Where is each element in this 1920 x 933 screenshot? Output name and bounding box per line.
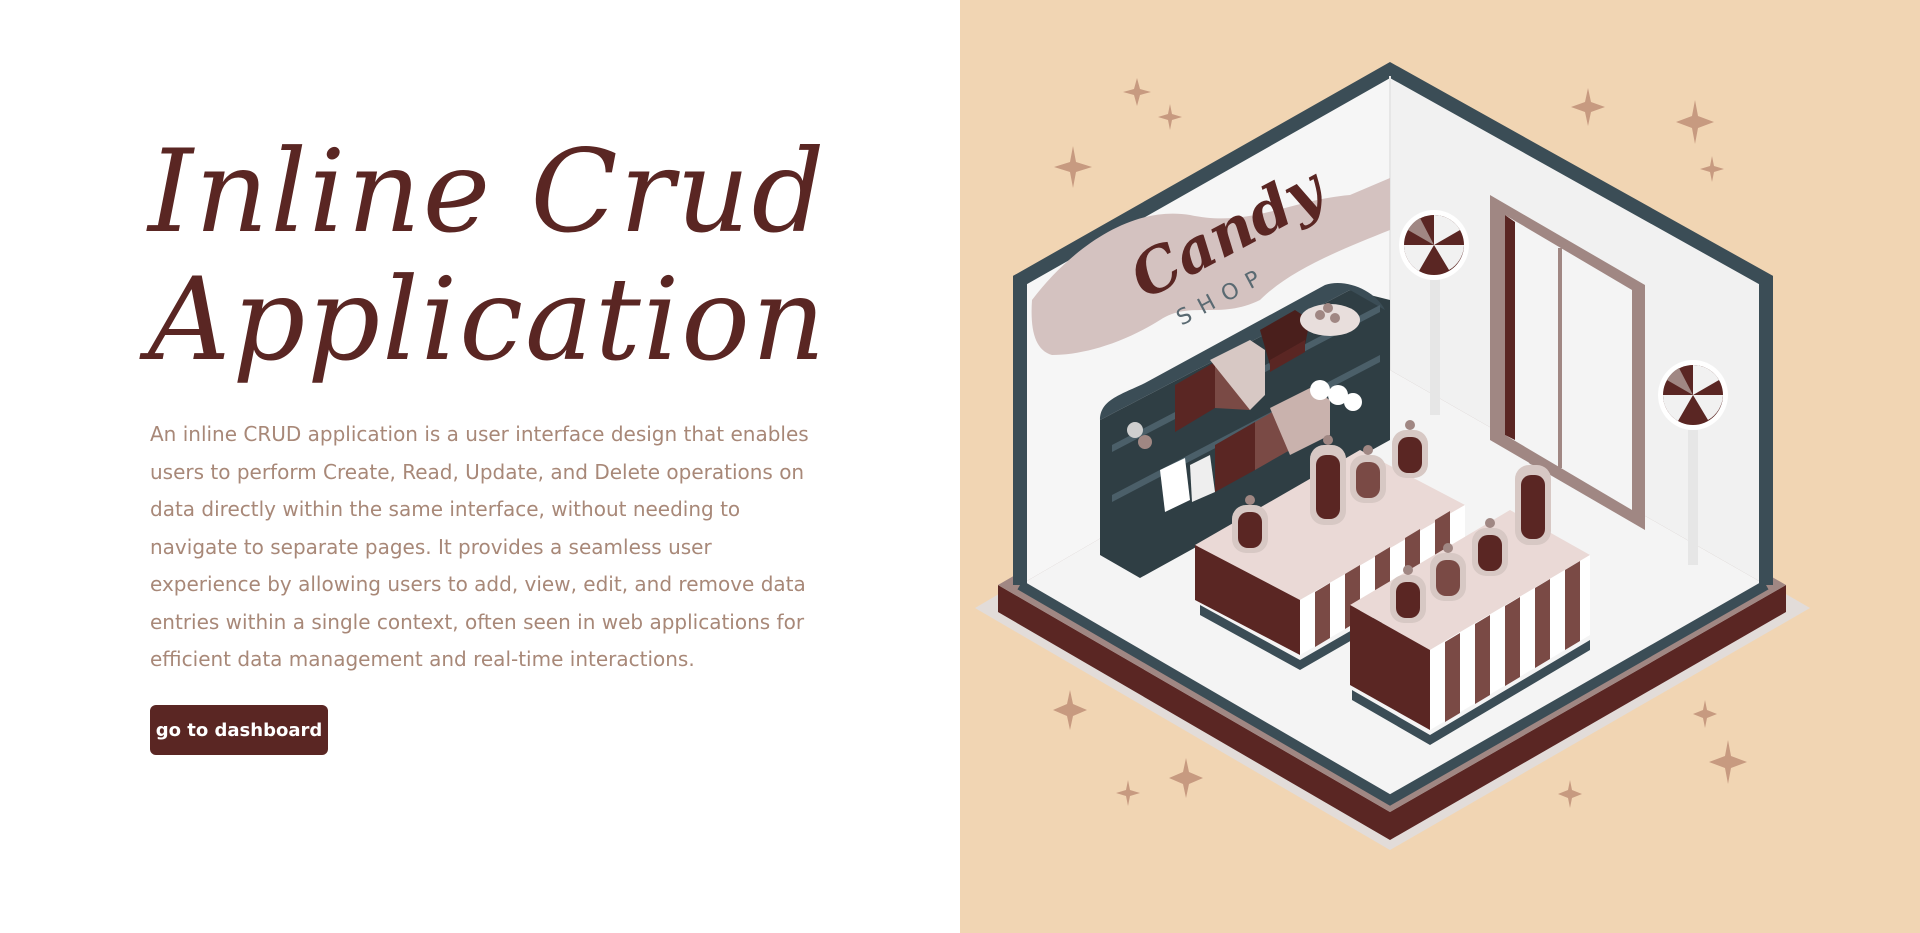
sparkle-icon [1169,758,1203,798]
sparkle-icon [1700,156,1724,182]
hero-section: Inline Crud Application An inline CRUD a… [0,0,960,933]
hero-description: An inline CRUD application is a user int… [150,422,809,671]
sparkle-icon [1158,104,1182,130]
sparkle-icon [1693,700,1717,728]
sparkle-icon [1053,690,1087,730]
page-title-line-1: Inline Crud [148,125,827,258]
sparkle-icon [1571,88,1605,126]
sparkle-icon [1054,146,1092,188]
candy-shop-illustration: Candy SHOP [975,61,1810,850]
sparkle-icon [1676,100,1714,144]
splash-drop [1106,330,1118,342]
page-title: Inline Crud Application [148,128,928,384]
illustration-panel: Candy SHOP [960,0,1920,933]
go-to-dashboard-button[interactable]: go to dashboard [150,705,328,755]
sparkle-icon [1123,78,1151,106]
sparkle-icon [1709,740,1747,784]
sparkle-icon [1116,780,1140,806]
page-title-line-2: Application [148,253,828,386]
sparkle-icon [1558,780,1582,808]
